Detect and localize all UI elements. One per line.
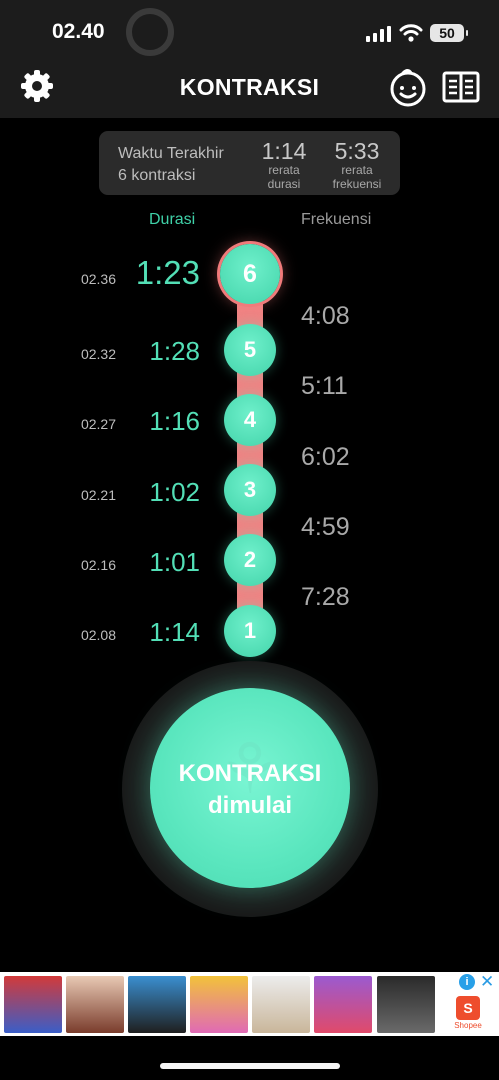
last-time-label: Waktu Terakhir (118, 145, 224, 162)
contraction-duration: 1:28 (149, 336, 200, 366)
contraction-duration: 1:02 (149, 477, 200, 507)
contraction-bead[interactable]: 6 (220, 244, 280, 304)
contraction-frequency: 6:02 (301, 443, 350, 471)
start-button-label[interactable]: KONTRAKSI (150, 760, 350, 788)
contraction-bead[interactable]: 2 (224, 534, 276, 586)
wifi-icon (399, 24, 423, 42)
contraction-frequency: 4:08 (301, 302, 350, 330)
ad-brand-label: Shopee (454, 1021, 482, 1030)
average-frequency-value: 5:33 (334, 138, 380, 164)
baby-face-icon[interactable] (388, 67, 428, 107)
contraction-bead[interactable]: 4 (224, 394, 276, 446)
contraction-bead[interactable]: 3 (224, 464, 276, 516)
contraction-count: 6 kontraksi (118, 167, 196, 184)
card-watermark-icon (126, 8, 174, 56)
average-frequency-label: rerata frekuensi (332, 163, 382, 191)
contraction-duration: 1:23 (135, 254, 200, 291)
average-duration-label: rerata durasi (267, 163, 301, 191)
contraction-duration: 1:01 (149, 547, 200, 577)
shopee-logo-icon[interactable]: S (456, 996, 480, 1020)
ad-product-image[interactable] (252, 976, 310, 1033)
average-duration-value: 1:14 (261, 138, 307, 164)
home-indicator[interactable] (160, 1063, 340, 1069)
ad-close-icon[interactable]: ✕ (480, 972, 494, 992)
ad-product-image[interactable] (128, 976, 186, 1033)
ad-product-image[interactable] (377, 976, 435, 1033)
contraction-bead[interactable]: 5 (224, 324, 276, 376)
contraction-frequency: 4:59 (301, 513, 350, 541)
frequency-column-header: Frekuensi (301, 211, 372, 228)
status-time: 02.40 (52, 20, 105, 43)
ad-product-image[interactable] (314, 976, 372, 1033)
cellular-signal-icon (366, 26, 391, 42)
start-button-sublabel[interactable]: dimulai (150, 792, 350, 820)
ad-product-image[interactable] (4, 976, 62, 1033)
ad-product-image[interactable] (190, 976, 248, 1033)
contraction-duration: 1:16 (149, 406, 200, 436)
book-icon[interactable] (442, 71, 480, 103)
contraction-bead[interactable]: 1 (224, 605, 276, 657)
ad-product-image[interactable] (66, 976, 124, 1033)
contraction-frequency: 5:11 (301, 372, 348, 400)
contraction-duration: 1:14 (149, 617, 200, 647)
duration-column-header: Durasi (149, 211, 196, 228)
battery-indicator: 50 (430, 24, 468, 42)
contraction-frequency: 7:28 (301, 583, 350, 611)
ad-info-icon[interactable]: i (459, 974, 475, 990)
